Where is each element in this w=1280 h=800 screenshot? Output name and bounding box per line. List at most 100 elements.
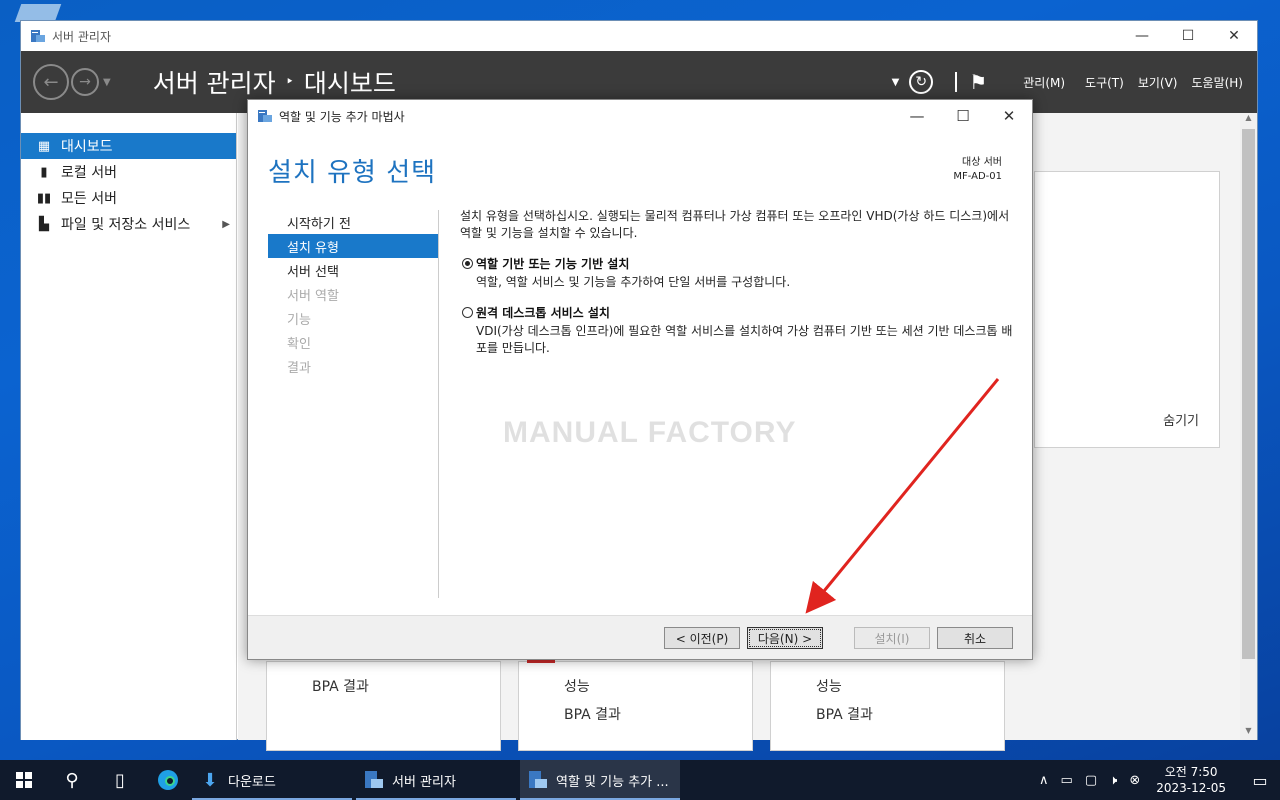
error-status-icon[interactable]: ⊗: [1129, 773, 1140, 788]
breadcrumb-root[interactable]: 서버 관리자: [153, 64, 276, 100]
sidebar-item-label: 로컬 서버: [61, 165, 117, 181]
step-server-selection[interactable]: 서버 선택: [268, 258, 438, 282]
clock-time: 오전 7:50: [1164, 765, 1218, 779]
option-description: 역할, 역할 서비스 및 기능을 추가하여 단일 서버를 구성합니다.: [476, 275, 791, 289]
dashboard-tile[interactable]: 성능 BPA 결과: [518, 660, 753, 751]
server-manager-icon: [362, 769, 386, 791]
window-title: 서버 관리자: [52, 29, 112, 44]
vertical-scrollbar[interactable]: ▲ ▼: [1240, 113, 1257, 740]
target-server-info: 대상 서버 MF-AD-01: [953, 156, 1002, 184]
menu-help[interactable]: 도움말(H): [1191, 74, 1243, 91]
step-installation-type[interactable]: 설치 유형: [268, 234, 438, 258]
tile-row[interactable]: 성능: [816, 676, 842, 696]
menu-tools[interactable]: 도구(T): [1085, 74, 1124, 91]
sidebar-item-local-server[interactable]: ▮ 로컬 서버: [21, 159, 236, 185]
step-confirmation: 확인: [287, 336, 311, 352]
taskbar-app-label: 역할 및 기능 추가 ...: [556, 774, 669, 790]
maximize-button[interactable]: ☐: [1165, 21, 1211, 51]
task-view-icon[interactable]: ▯: [96, 760, 144, 800]
option-role-based[interactable]: 역할 기반 또는 기능 기반 설치 역할, 역할 서비스 및 기능을 추가하여 …: [460, 256, 1015, 291]
display-icon[interactable]: ▢: [1085, 773, 1097, 788]
add-roles-wizard-dialog: 역할 및 기능 추가 마법사 — ☐ ✕ 설치 유형 선택 대상 서버 MF-A…: [247, 99, 1033, 660]
submenu-arrow-icon[interactable]: ▶: [222, 219, 230, 230]
remote-desktop-radio[interactable]: [462, 307, 473, 318]
scroll-down-icon[interactable]: ▼: [1240, 726, 1257, 740]
search-icon[interactable]: ⚲: [48, 760, 96, 800]
forward-arrow-icon: →: [79, 74, 91, 90]
wizard-titlebar: 역할 및 기능 추가 마법사 — ☐ ✕: [248, 100, 1032, 132]
installation-type-description: 설치 유형을 선택하십시오. 실행되는 물리적 컴퓨터나 가상 컴퓨터 또는 오…: [460, 209, 1010, 240]
edge-browser-icon[interactable]: [144, 760, 192, 800]
watermark: MANUAL FACTORY: [503, 416, 797, 449]
dashboard-tile[interactable]: 성능 BPA 결과: [770, 661, 1005, 751]
wizard-minimize-button[interactable]: —: [894, 101, 940, 131]
target-server-name: MF-AD-01: [953, 171, 1002, 182]
notifications-flag-icon[interactable]: ⚑: [969, 70, 987, 94]
install-button: 설치(I): [854, 627, 930, 649]
minimize-button[interactable]: —: [1119, 21, 1165, 51]
sidebar-item-label: 대시보드: [61, 139, 113, 155]
hide-welcome-link[interactable]: 숨기기: [1163, 410, 1199, 429]
wizard-title: 역할 및 기능 추가 마법사: [279, 109, 405, 124]
all-servers-icon: ▮▮: [36, 190, 52, 206]
wizard-body: 설치 유형 선택 대상 서버 MF-AD-01 시작하기 전 설치 유형 서버 …: [248, 132, 1032, 615]
taskbar-app-server-manager[interactable]: 서버 관리자: [356, 760, 516, 800]
dashboard-icon: ▦: [37, 138, 51, 154]
next-button[interactable]: 다음(N) >: [747, 627, 823, 649]
volume-muted-icon[interactable]: 🕨: [1109, 773, 1117, 788]
windows-start-icon[interactable]: [0, 760, 48, 800]
show-hidden-icons-chevron-icon[interactable]: ∧: [1039, 773, 1049, 788]
wizard-footer: < 이전(P) 다음(N) > 설치(I) 취소: [248, 615, 1032, 659]
sidebar-item-dashboard[interactable]: ▦ 대시보드: [21, 133, 236, 159]
sidebar-item-file-storage[interactable]: ▙ 파일 및 저장소 서비스 ▶: [21, 211, 236, 237]
scrollbar-thumb[interactable]: [1242, 129, 1255, 659]
taskbar-app-label: 서버 관리자: [392, 774, 456, 790]
previous-button[interactable]: < 이전(P): [664, 627, 740, 649]
network-icon[interactable]: ▭: [1061, 773, 1073, 788]
taskbar-app-downloads[interactable]: ⬇ 다운로드: [192, 760, 352, 800]
clock-date: 2023-12-05: [1156, 781, 1226, 795]
back-button[interactable]: ←: [33, 64, 69, 100]
step-before-you-begin[interactable]: 시작하기 전: [268, 210, 438, 234]
option-title[interactable]: 원격 데스크톱 서비스 설치: [476, 305, 1015, 321]
taskbar-app-label: 다운로드: [228, 774, 276, 790]
page-title: 설치 유형 선택: [268, 158, 437, 188]
scroll-up-icon[interactable]: ▲: [1240, 113, 1257, 127]
wizard-app-icon: [258, 110, 272, 122]
taskbar: ⚲ ▯ ⬇ 다운로드 서버 관리자 역할 및 기능 추가 ... ∧ ▭ ▢ 🕨…: [0, 760, 1280, 800]
sidebar-item-all-servers[interactable]: ▮▮ 모든 서버: [21, 185, 236, 211]
back-arrow-icon: ←: [43, 71, 59, 93]
cancel-button[interactable]: 취소: [937, 627, 1013, 649]
breadcrumb-current: 대시보드: [303, 69, 396, 98]
wizard-close-button[interactable]: ✕: [986, 101, 1032, 131]
sidebar-item-label: 파일 및 저장소 서비스: [61, 217, 191, 233]
download-folder-icon: ⬇: [202, 769, 218, 791]
refresh-icon[interactable]: ↻: [909, 70, 934, 94]
role-based-radio[interactable]: [462, 258, 473, 269]
option-title[interactable]: 역할 기반 또는 기능 기반 설치: [476, 256, 1015, 272]
tile-row[interactable]: 성능: [564, 676, 590, 696]
target-server-label: 대상 서버: [962, 157, 1002, 168]
dashboard-tile[interactable]: BPA 결과: [266, 661, 501, 751]
forward-button[interactable]: →: [71, 68, 99, 96]
system-tray: ∧ ▭ ▢ 🕨 ⊗ 오전 7:50 2023-12-05 ▭: [1033, 760, 1280, 800]
menu-manage[interactable]: 관리(M): [1023, 74, 1065, 91]
step-results: 결과: [287, 360, 311, 376]
close-button[interactable]: ✕: [1211, 21, 1257, 51]
taskbar-app-wizard[interactable]: 역할 및 기능 추가 ...: [520, 760, 680, 800]
menu-view[interactable]: 보기(V): [1138, 74, 1178, 91]
notification-center-icon[interactable]: ▭: [1240, 771, 1280, 790]
option-description: VDI(가상 데스크톱 인프라)에 필요한 역할 서비스를 설치하여 가상 컴퓨…: [476, 324, 1013, 355]
wizard-steps-nav: 시작하기 전 설치 유형 서버 선택 서버 역할 기능 확인 결과: [268, 210, 439, 598]
history-dropdown-icon[interactable]: ▼: [103, 77, 111, 88]
refresh-dropdown-icon[interactable]: ▼: [892, 77, 900, 88]
option-remote-desktop[interactable]: 원격 데스크톱 서비스 설치 VDI(가상 데스크톱 인프라)에 필요한 역할 …: [460, 305, 1015, 357]
tile-row[interactable]: BPA 결과: [312, 676, 369, 696]
system-clock[interactable]: 오전 7:50 2023-12-05: [1156, 764, 1226, 796]
wizard-maximize-button[interactable]: ☐: [940, 101, 986, 131]
header-divider: [955, 72, 958, 92]
wizard-main-panel: 설치 유형을 선택하십시오. 실행되는 물리적 컴퓨터나 가상 컴퓨터 또는 오…: [460, 208, 1015, 357]
tile-row[interactable]: BPA 결과: [564, 704, 621, 724]
tile-row[interactable]: BPA 결과: [816, 704, 873, 724]
local-server-icon: ▮: [40, 164, 48, 180]
